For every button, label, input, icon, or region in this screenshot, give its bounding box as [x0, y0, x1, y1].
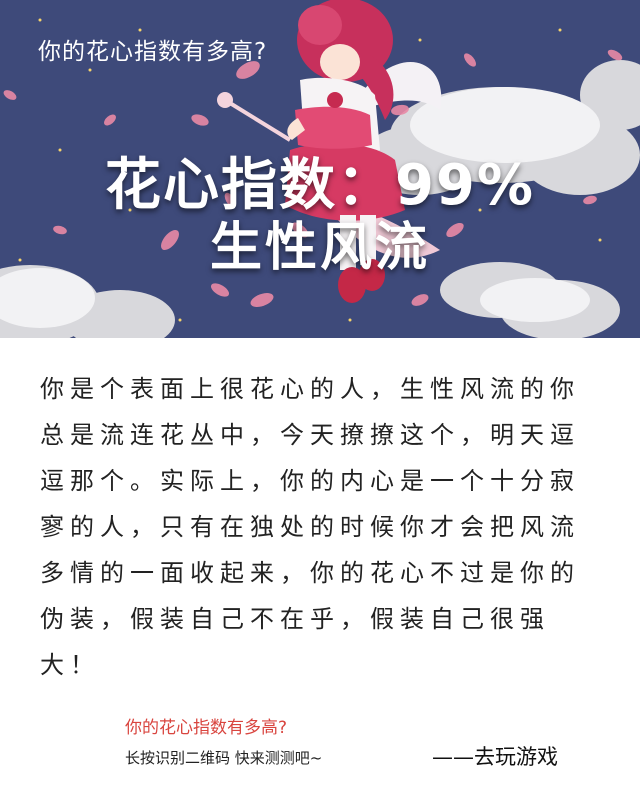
result-banner: 你的花心指数有多高? 花心指数：99% 生性风流: [0, 0, 640, 338]
footer-quiz-question: 你的花心指数有多高?: [125, 718, 288, 738]
quiz-title: 你的花心指数有多高?: [38, 39, 268, 65]
play-game-link[interactable]: ——去玩游戏: [432, 741, 558, 771]
personality-type: 生性风流: [209, 218, 430, 278]
result-description: 你是个表面上很花心的人，生性风流的你总是流连花丛中，今天撩撩这个，明天逗逗那个。…: [40, 375, 580, 679]
qr-code-hint: 长按识别二维码 快来测测吧~: [125, 749, 323, 767]
